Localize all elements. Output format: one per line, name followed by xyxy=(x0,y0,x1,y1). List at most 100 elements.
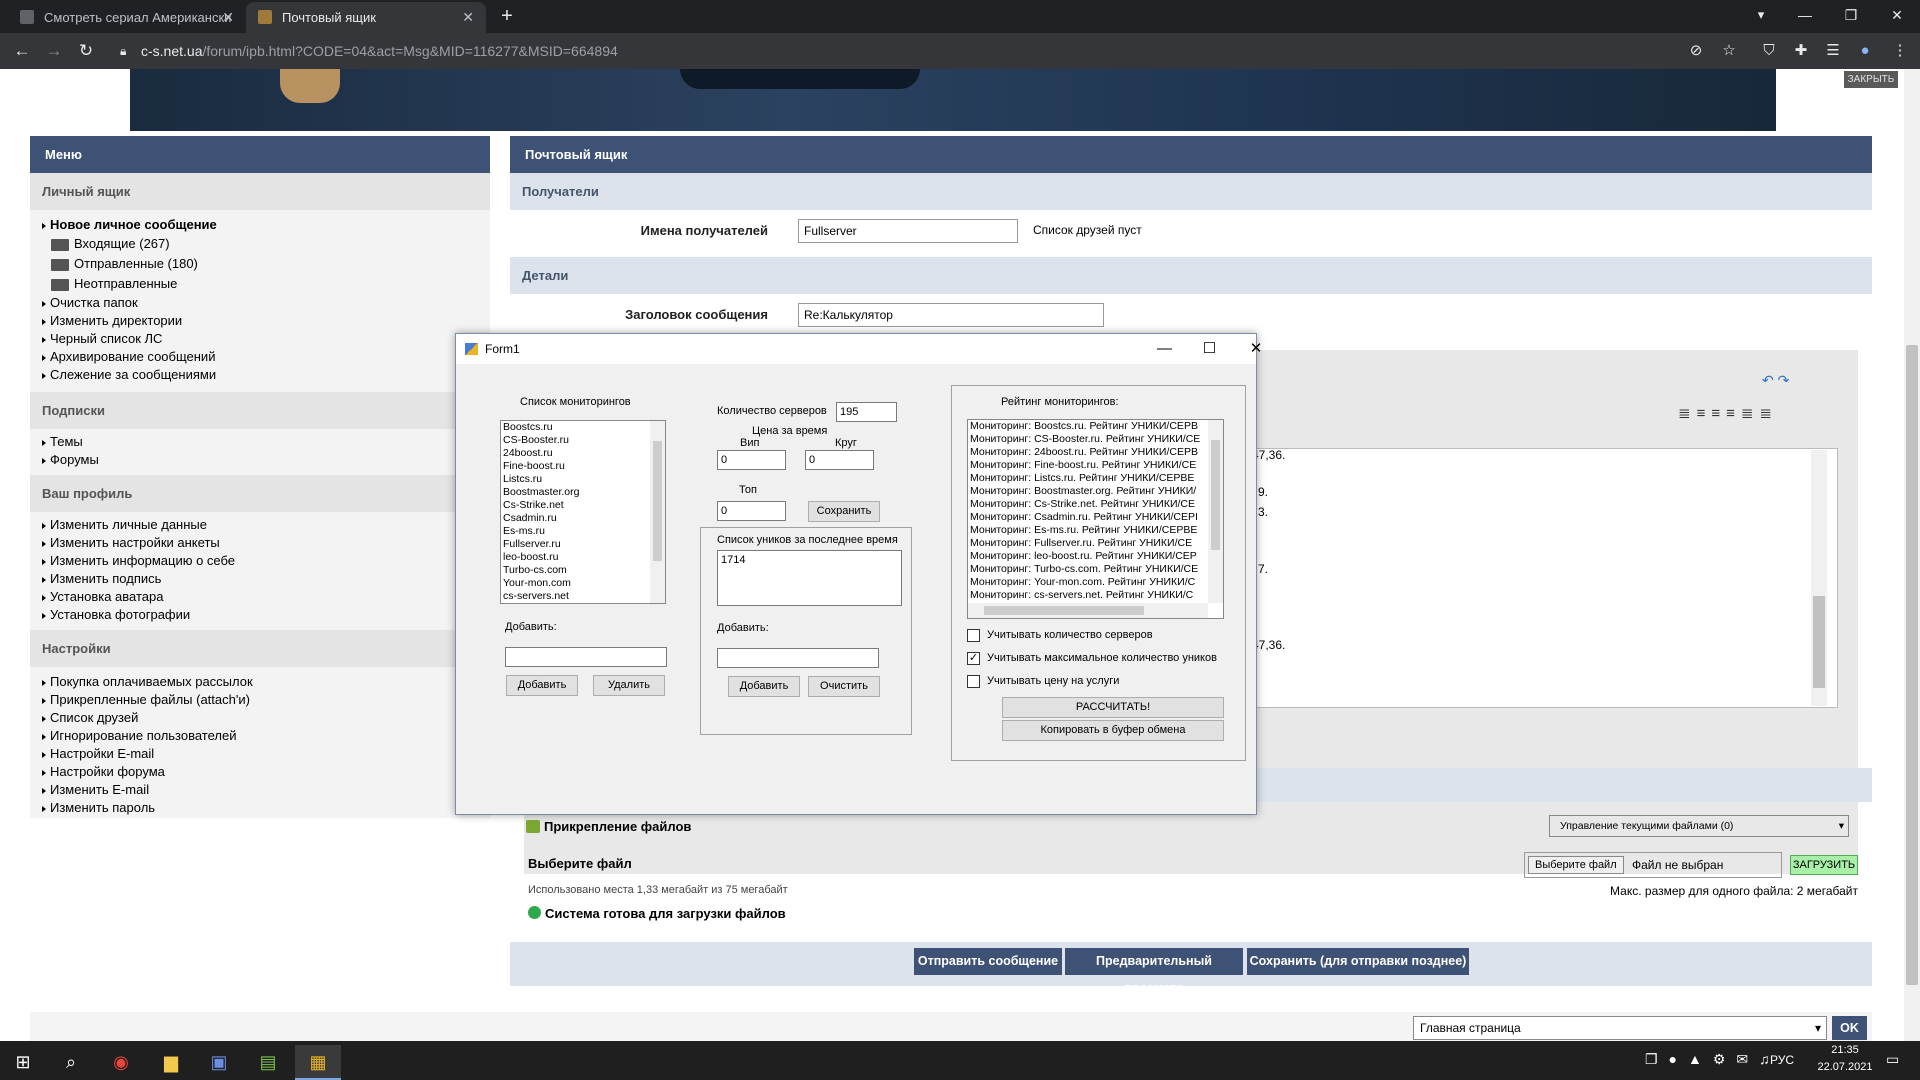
maximize-icon[interactable]: ☐ xyxy=(1187,334,1232,364)
monitor-item[interactable]: Cs-Strike.net xyxy=(501,499,665,512)
upload-button[interactable]: ЗАГРУЗИТЬ xyxy=(1790,855,1858,875)
minimize-icon[interactable]: — xyxy=(1142,334,1187,364)
monitor-item[interactable]: Your-mon.com xyxy=(501,577,665,590)
menu-topics[interactable]: Темы xyxy=(30,433,490,451)
rating-vscrollbar[interactable] xyxy=(1208,420,1223,603)
rating-item[interactable]: Мониторинг: Fullserver.ru. Рейтинг УНИКИ… xyxy=(968,537,1223,550)
delete-monitor-button[interactable]: Удалить xyxy=(593,675,665,696)
menu-forum-settings[interactable]: Настройки форума xyxy=(30,763,490,781)
rating-hscrollbar[interactable] xyxy=(968,603,1208,618)
menu-tracking[interactable]: Слежение за сообщениями xyxy=(30,366,490,384)
reload-icon[interactable]: ↻ xyxy=(72,39,100,63)
folder-sent[interactable]: Отправленные (180) xyxy=(30,254,490,274)
rating-item[interactable]: Мониторинг: Csadmin.ru. Рейтинг УНИКИ/СЕ… xyxy=(968,511,1223,524)
add-uniques-input[interactable] xyxy=(717,648,879,668)
close-ad-button[interactable]: ЗАКРЫТЬ xyxy=(1844,71,1898,88)
monitor-item[interactable]: Boostmaster.org xyxy=(501,486,665,499)
clock-time[interactable]: 21:35 xyxy=(1815,1044,1875,1056)
file-choose-button[interactable]: Выберите файл xyxy=(1528,856,1624,874)
add-monitor-input[interactable] xyxy=(505,647,667,667)
menu-edit-dirs[interactable]: Изменить директории xyxy=(30,312,490,330)
save-later-button[interactable]: Сохранить (для отправки позднее) xyxy=(1247,948,1469,975)
opt-servers-checkbox[interactable] xyxy=(967,629,980,642)
new-tab-icon[interactable]: + xyxy=(495,6,519,28)
monitor-scrollbar[interactable] xyxy=(650,421,665,603)
folder-inbox[interactable]: Входящие (267) xyxy=(30,234,490,254)
save-price-button[interactable]: Сохранить xyxy=(808,501,880,522)
menu-email-settings[interactable]: Настройки E-mail xyxy=(30,745,490,763)
language-indicator[interactable]: РУС xyxy=(1770,1053,1794,1067)
monitor-item[interactable]: Fine-boost.ru xyxy=(501,460,665,473)
recipients-input[interactable]: Fullserver xyxy=(798,219,1018,243)
menu-blacklist[interactable]: Черный список ЛС xyxy=(30,330,490,348)
menu-clean-folders[interactable]: Очистка папок xyxy=(30,294,490,312)
menu-forums[interactable]: Форумы xyxy=(30,451,490,469)
rating-item[interactable]: Мониторинг: Boostmaster.org. Рейтинг УНИ… xyxy=(968,485,1223,498)
tab-mailbox[interactable]: Почтовый ящик ✕ xyxy=(246,2,486,33)
explorer-icon[interactable]: ▆ xyxy=(148,1045,194,1080)
menu-personal-data[interactable]: Изменить личные данные xyxy=(30,516,490,534)
tab-search-icon[interactable]: ▾ xyxy=(1738,0,1784,33)
preview-button[interactable]: Предварительный просмотр xyxy=(1065,948,1243,995)
jump-select[interactable]: Главная страница ▾ xyxy=(1413,1016,1827,1040)
monitor-listbox[interactable]: Boostcs.ru CS-Booster.ru 24boost.ru Fine-bo… xyxy=(500,420,666,604)
monitor-item[interactable]: Csadmin.ru xyxy=(501,512,665,525)
profile-icon[interactable]: ● xyxy=(1855,41,1875,61)
bookmark-star-icon[interactable]: ☆ xyxy=(1719,41,1739,61)
circle-input[interactable]: 0 xyxy=(805,450,874,470)
rating-item[interactable]: Мониторинг: Turbo-cs.com. Рейтинг УНИКИ/… xyxy=(968,563,1223,576)
minimize-icon[interactable]: — xyxy=(1782,0,1828,33)
copy-clipboard-button[interactable]: Копировать в буфер обмена xyxy=(1002,720,1224,741)
ok-button[interactable]: OK xyxy=(1832,1016,1867,1040)
tracking-icon[interactable]: ⊘ xyxy=(1686,41,1706,61)
menu-icon[interactable]: ⋮ xyxy=(1890,41,1910,61)
shield-icon[interactable]: ⛉ xyxy=(1759,41,1779,61)
chrome-icon[interactable]: ◉ xyxy=(98,1045,144,1080)
rating-item[interactable]: Мониторинг: Boostcs.ru. Рейтинг УНИКИ/СЕ… xyxy=(968,420,1223,433)
menu-photo[interactable]: Установка фотографии xyxy=(30,606,490,624)
folder-unsent[interactable]: Неотправленные xyxy=(30,274,490,294)
rating-item[interactable]: Мониторинг: Es-ms.ru. Рейтинг УНИКИ/СЕРВ… xyxy=(968,524,1223,537)
monitor-item[interactable]: Turbo-cs.com xyxy=(501,564,665,577)
menu-friends[interactable]: Список друзей xyxy=(30,709,490,727)
notes-app-icon[interactable]: ▤ xyxy=(245,1045,291,1080)
menu-about[interactable]: Изменить информацию о себе xyxy=(30,552,490,570)
menu-signature[interactable]: Изменить подпись xyxy=(30,570,490,588)
forward-icon[interactable]: → xyxy=(40,39,68,63)
top-input[interactable]: 0 xyxy=(717,501,786,521)
tab-serial[interactable]: Смотреть сериал Американски ✕ xyxy=(8,2,246,33)
address-bar[interactable]: 🔒︎ c-s.net.ua/forum/ipb.html?CODE=04&act… xyxy=(108,36,1858,66)
calculate-button[interactable]: РАССЧИТАТЬ! xyxy=(1002,697,1224,718)
tab-close-icon[interactable]: ✕ xyxy=(462,2,474,33)
add-uniques-button[interactable]: Добавить xyxy=(728,676,800,697)
rating-item[interactable]: Мониторинг: Fine-boost.ru. Рейтинг УНИКИ… xyxy=(968,459,1223,472)
servers-count-input[interactable]: 195 xyxy=(836,402,897,422)
send-button[interactable]: Отправить сообщение xyxy=(914,948,1062,975)
monitor-item[interactable]: Boostcs.ru xyxy=(501,421,665,434)
close-icon[interactable]: ✕ xyxy=(1874,0,1920,33)
add-monitor-button[interactable]: Добавить xyxy=(506,675,578,696)
notification-icon[interactable]: ▭ xyxy=(1886,1051,1899,1068)
subject-input[interactable]: Re:Калькулятор xyxy=(798,303,1104,327)
rating-item[interactable]: Мониторинг: Cs-Strike.net. Рейтинг УНИКИ… xyxy=(968,498,1223,511)
rating-listbox[interactable]: Мониторинг: Boostcs.ru. Рейтинг УНИКИ/СЕ… xyxy=(967,419,1224,619)
form1-app-icon[interactable]: ▦ xyxy=(295,1045,341,1080)
monitor-item[interactable]: cs-servers.net xyxy=(501,590,665,603)
align-toolbar-icon[interactable]: ≣≡≡≡≣≣ xyxy=(1678,404,1842,426)
rating-item[interactable]: Мониторинг: Your-mon.com. Рейтинг УНИКИ/… xyxy=(968,576,1223,589)
opt-uniques-checkbox[interactable]: ✓ xyxy=(967,652,980,665)
message-editor[interactable] xyxy=(1238,448,1838,708)
rating-item[interactable]: Мониторинг: cs-servers.net. Рейтинг УНИК… xyxy=(968,589,1223,602)
menu-archive[interactable]: Архивирование сообщений xyxy=(30,348,490,366)
opt-price-checkbox[interactable] xyxy=(967,675,980,688)
menu-avatar[interactable]: Установка аватара xyxy=(30,588,490,606)
menu-attachments[interactable]: Прикрепленные файлы (attach'и) xyxy=(30,691,490,709)
menu-ignore[interactable]: Игнорирование пользователей xyxy=(30,727,490,745)
new-message-link[interactable]: Новое личное сообщение xyxy=(30,216,490,234)
clock-date[interactable]: 22.07.2021 xyxy=(1808,1061,1882,1073)
page-scroll-thumb[interactable] xyxy=(1906,345,1918,985)
undo-redo-icon[interactable]: ↶ ↷ xyxy=(1762,372,1842,392)
rating-item[interactable]: Мониторинг: leo-boost.ru. Рейтинг УНИКИ/… xyxy=(968,550,1223,563)
menu-change-email[interactable]: Изменить E-mail xyxy=(30,781,490,799)
monitor-item[interactable]: leo-boost.ru xyxy=(501,551,665,564)
